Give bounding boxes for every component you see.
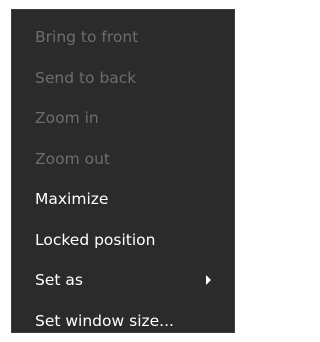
menu-item-label: Send to back [35, 68, 137, 87]
menu-item-label: Bring to front [35, 28, 139, 46]
menu-item-label: Maximize [35, 190, 109, 208]
menu-item-send-to-back[interactable]: Send to back [12, 58, 234, 99]
context-menu: Bring to front Send to back Zoom in Zoom… [11, 9, 235, 333]
menu-item-label: Zoom in [35, 109, 99, 127]
menu-item-set-window-size[interactable]: Set window size... [12, 301, 234, 342]
menu-item-label: Zoom out [35, 149, 110, 168]
menu-item-zoom-out[interactable]: Zoom out [12, 139, 234, 180]
menu-item-label: Set window size... [35, 311, 174, 330]
menu-item-locked-position[interactable]: Locked position [12, 220, 234, 261]
menu-item-label: Locked position [35, 230, 156, 249]
menu-item-bring-to-front[interactable]: Bring to front [12, 17, 234, 58]
chevron-right-icon [206, 275, 211, 286]
menu-item-zoom-in[interactable]: Zoom in [12, 98, 234, 139]
menu-item-set-as[interactable]: Set as [12, 260, 234, 301]
menu-item-label: Set as [35, 271, 83, 289]
menu-item-maximize[interactable]: Maximize [12, 179, 234, 220]
